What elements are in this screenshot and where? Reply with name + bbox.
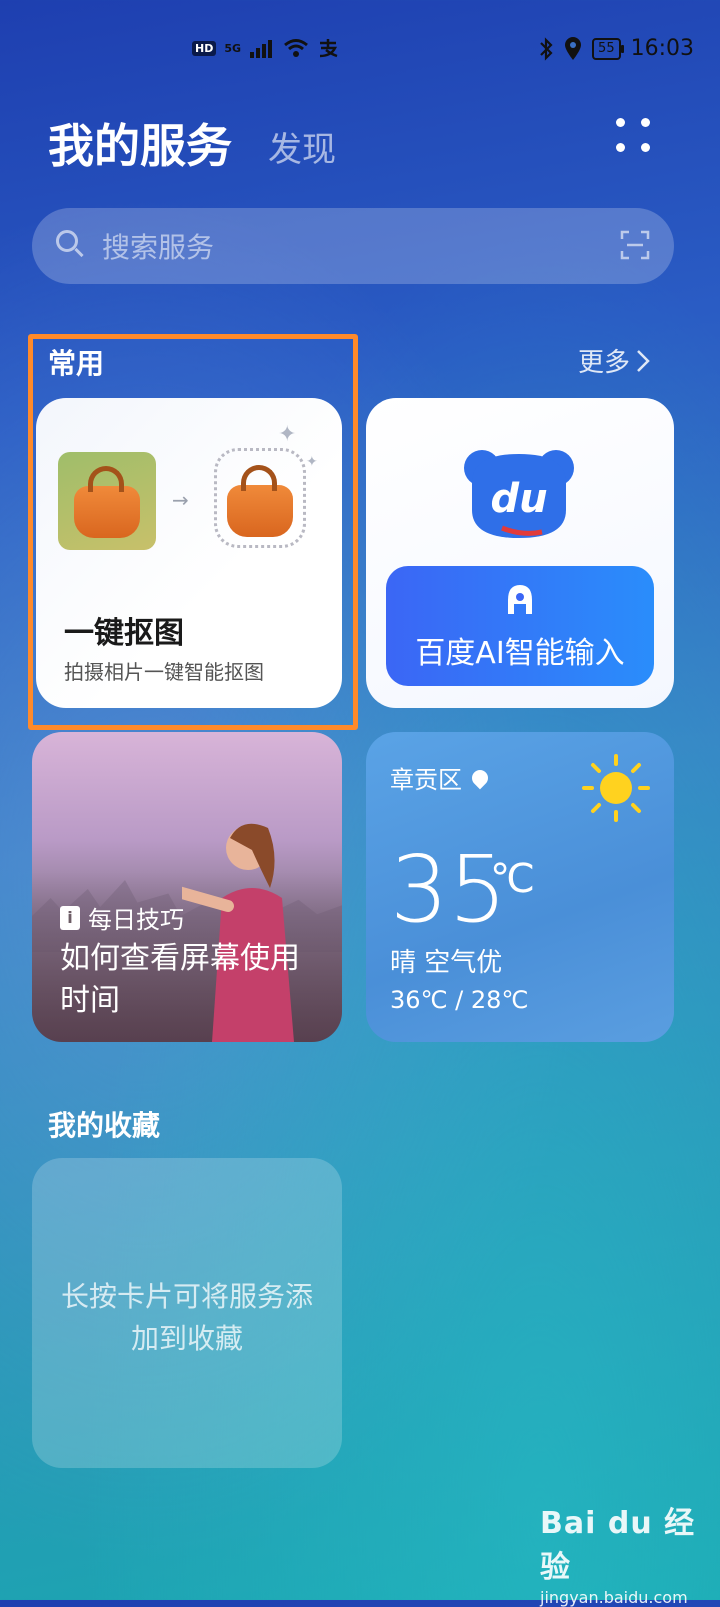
du-logo-text: du [490,476,547,522]
weather-card[interactable]: 章贡区 35 ℃ 晴 空气优 36℃ / 28℃ [366,732,674,1042]
scan-icon[interactable] [620,230,650,260]
sparkle-icon: ✦ [278,422,297,447]
section-title-common: 常用 [48,347,105,380]
baidu-du-logo: du [464,450,574,538]
search-input[interactable]: 搜索服务 [102,226,214,266]
handbag-cutout-image [227,465,293,537]
cutout-service-card[interactable]: ✦ ✦ → 一键抠图 拍摄相片一键智能抠图 [36,398,342,708]
daily-tips-card[interactable]: i 每日技巧 如何查看屏幕使用时间 [32,732,342,1042]
tab-discover[interactable]: 发现 [268,122,336,171]
cutout-card-title: 一键抠图 [64,616,184,651]
alipay-icon [319,39,338,58]
network-5g-label: 5G [224,41,242,55]
tips-tag: i 每日技巧 [60,900,184,935]
signal-icon [250,40,273,58]
tips-tag-label: 每日技巧 [88,906,184,934]
arrow-right-icon: → [172,488,189,512]
baidu-ai-input-card[interactable]: du 百度AI智能输入 [366,398,674,708]
watermark-url: jingyan.baidu.com [540,1588,688,1607]
baidu-jingyan-watermark: Bai du 经验 jingyan.baidu.com [540,1498,720,1607]
original-photo-thumbnail [58,452,156,550]
status-bar-right: 55 16:03 [538,36,694,61]
ai-input-icon [508,585,532,614]
bluetooth-icon [540,36,553,61]
location-label: 章贡区 [390,766,462,794]
tips-text: 如何查看屏幕使用时间 [60,941,300,1018]
section-title-favorites: 我的收藏 [48,1109,161,1142]
baidu-ai-input-label: 百度AI智能输入 [415,636,625,671]
weather-condition: 晴 空气优 [390,948,503,978]
hd-icon: HD [192,40,217,56]
status-time: 16:03 [630,36,694,61]
location-pin-icon [468,766,492,789]
page-title[interactable]: 我的服务 [48,110,232,176]
sunny-icon [582,754,650,822]
watermark-main: Bai du 经验 [540,1506,696,1585]
favorites-placeholder-card[interactable]: 长按卡片可将服务添加到收藏 [32,1158,342,1468]
weather-location: 章贡区 [390,760,492,795]
chevron-right-icon [637,349,650,372]
battery-icon: 55 [592,37,624,60]
temperature-range: 36℃ / 28℃ [390,986,529,1014]
more-label: 更多 [578,348,631,378]
more-menu-icon[interactable] [616,118,656,158]
status-bar-left: HD 5G [192,38,339,58]
temperature-unit: ℃ [490,856,535,902]
location-icon [565,36,582,60]
wifi-icon [284,39,308,57]
favorites-hint: 长按卡片可将服务添加到收藏 [60,1280,313,1355]
sparkle-small-icon: ✦ [306,454,318,470]
cutout-card-subtitle: 拍摄相片一键智能抠图 [64,660,264,684]
search-icon [56,230,78,252]
more-link[interactable]: 更多 [578,342,650,379]
baidu-ai-input-button[interactable]: 百度AI智能输入 [386,566,654,686]
info-icon: i [60,905,80,930]
handbag-image [74,466,140,538]
cutout-result-thumbnail [214,448,306,548]
